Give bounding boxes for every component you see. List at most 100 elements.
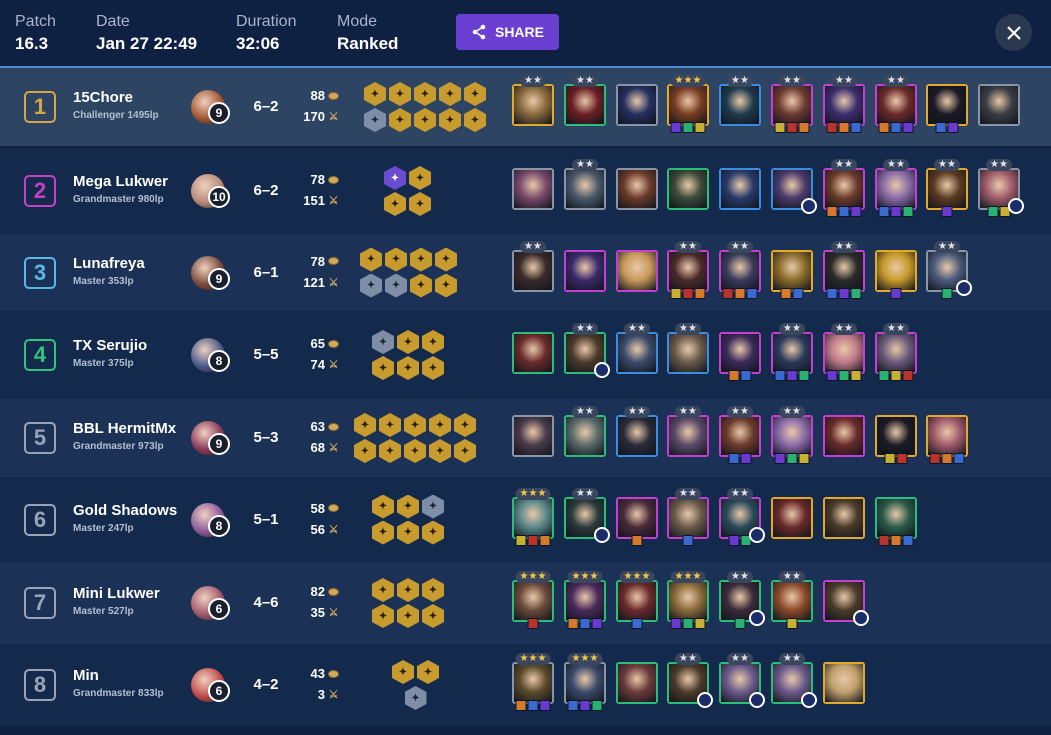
champion-portrait[interactable]: ★★	[564, 75, 606, 126]
item-icon[interactable]	[884, 453, 896, 464]
player-row[interactable]: 2 Mega Lukwer Grandmaster 980lp 10 6–2 78 151 ⚔…	[0, 148, 1051, 234]
champion-portrait[interactable]	[771, 249, 813, 299]
champion-portrait[interactable]: ★★	[875, 159, 917, 217]
champion-portrait[interactable]: ★★★	[667, 571, 709, 629]
trait-hex-icon[interactable]: ✦	[372, 330, 394, 354]
champion-portrait[interactable]	[771, 168, 817, 214]
item-icon[interactable]	[878, 534, 890, 546]
item-icon[interactable]	[631, 534, 643, 546]
item-icon[interactable]	[579, 618, 591, 629]
champion-portrait[interactable]: ★★	[512, 75, 554, 126]
player-name[interactable]: Mini Lukwer	[73, 585, 160, 602]
item-icon[interactable]	[774, 370, 786, 381]
player-row[interactable]: 4 TX Serujio Master 375lp 8 5–5 65 74 ⚔ ✦ ✦ ✦ ✦ ✦ ✦ ★★…	[0, 311, 1051, 399]
item-icon[interactable]	[850, 206, 862, 217]
champion-portrait[interactable]	[719, 168, 761, 210]
item-icon[interactable]	[694, 618, 706, 629]
champion-portrait[interactable]: ★★	[771, 323, 813, 381]
item-icon[interactable]	[527, 534, 539, 546]
champion-portrait[interactable]: ★★★	[512, 487, 554, 546]
champion-portrait[interactable]: ★★	[926, 240, 972, 299]
item-icon[interactable]	[890, 287, 902, 299]
item-icon[interactable]	[780, 287, 792, 299]
champion-portrait[interactable]	[978, 84, 1020, 126]
trait-hex-icon[interactable]: ✦	[454, 439, 476, 463]
item-icon[interactable]	[838, 287, 850, 299]
player-row[interactable]: 6 Gold Shadows Master 247lp 8 5–1 58 56 ⚔ ✦ ✦ ✦ ✦ ✦ ✦…	[0, 477, 1051, 562]
item-icon[interactable]	[631, 618, 643, 629]
champion-portrait[interactable]: ★★	[616, 406, 658, 457]
champion-portrait[interactable]: ★★	[667, 487, 709, 546]
trait-hex-icon[interactable]: ✦	[360, 247, 382, 272]
trait-hex-icon[interactable]: ✦	[397, 604, 419, 628]
champion-portrait[interactable]: ★★	[616, 323, 658, 374]
item-icon[interactable]	[670, 618, 682, 629]
item-icon[interactable]	[929, 453, 941, 464]
item-icon[interactable]	[786, 122, 798, 133]
item-icon[interactable]	[670, 122, 682, 133]
item-icon[interactable]	[591, 700, 603, 711]
item-icon[interactable]	[682, 534, 694, 546]
item-icon[interactable]	[722, 287, 734, 299]
item-icon[interactable]	[694, 122, 706, 133]
champion-portrait[interactable]	[875, 496, 917, 546]
champion-portrait[interactable]	[667, 168, 709, 210]
trait-hex-icon[interactable]: ✦	[364, 108, 386, 132]
trait-hex-icon[interactable]: ✦	[409, 166, 431, 190]
champion-portrait[interactable]: ★★	[564, 487, 610, 543]
item-icon[interactable]	[850, 122, 862, 133]
trait-hex-icon[interactable]: ✦	[397, 520, 419, 545]
trait-hex-icon[interactable]: ✦	[360, 273, 382, 298]
item-icon[interactable]	[527, 700, 539, 711]
trait-hex-icon[interactable]: ✦	[429, 439, 451, 463]
item-icon[interactable]	[826, 370, 838, 381]
champion-portrait[interactable]: ★★	[875, 75, 917, 133]
item-icon[interactable]	[515, 534, 527, 546]
item-icon[interactable]	[798, 370, 810, 381]
trait-hex-icon[interactable]: ✦	[384, 192, 406, 216]
trait-hex-icon[interactable]: ✦	[409, 192, 431, 216]
item-icon[interactable]	[579, 700, 591, 711]
item-icon[interactable]	[786, 370, 798, 381]
champion-portrait[interactable]: ★★	[564, 159, 606, 210]
champion-portrait[interactable]: ★★	[771, 75, 813, 133]
trait-hex-icon[interactable]: ✦	[389, 82, 411, 106]
player-name[interactable]: Gold Shadows	[73, 502, 177, 519]
champion-portrait[interactable]: ★★★	[512, 653, 554, 711]
player-name[interactable]: Mega Lukwer	[73, 173, 168, 190]
champion-portrait[interactable]	[771, 496, 813, 539]
item-icon[interactable]	[838, 206, 850, 217]
champion-portrait[interactable]: ★★	[771, 406, 813, 464]
champion-portrait[interactable]	[926, 415, 968, 464]
champion-portrait[interactable]: ★★★	[616, 571, 658, 629]
trait-hex-icon[interactable]: ✦	[439, 108, 461, 132]
trait-hex-icon[interactable]: ✦	[422, 520, 444, 545]
champion-portrait[interactable]	[512, 332, 554, 374]
item-icon[interactable]	[515, 700, 527, 711]
trait-hex-icon[interactable]: ✦	[372, 578, 394, 602]
item-icon[interactable]	[728, 370, 740, 381]
champion-portrait[interactable]: ★★	[667, 240, 709, 299]
trait-hex-icon[interactable]: ✦	[435, 247, 457, 272]
champion-portrait[interactable]: ★★★	[512, 571, 554, 629]
item-icon[interactable]	[878, 122, 890, 133]
item-icon[interactable]	[694, 287, 706, 299]
trait-hex-icon[interactable]: ✦	[364, 82, 386, 106]
item-icon[interactable]	[740, 453, 752, 464]
trait-hex-icon[interactable]: ✦	[372, 520, 394, 545]
item-icon[interactable]	[826, 206, 838, 217]
item-icon[interactable]	[941, 287, 953, 299]
player-name[interactable]: TX Serujio	[73, 337, 147, 354]
item-icon[interactable]	[838, 122, 850, 133]
player-row[interactable]: 3 Lunafreya Master 353lp 9 6–1 78 121 ⚔ ✦ ✦ ✦ ✦ ✦ ✦ ✦ ✦…	[0, 234, 1051, 311]
champion-portrait[interactable]: ★★	[667, 653, 713, 708]
trait-hex-icon[interactable]: ✦	[410, 273, 432, 298]
trait-hex-icon[interactable]: ✦	[392, 660, 414, 684]
champion-portrait[interactable]: ★★	[719, 653, 765, 708]
item-icon[interactable]	[987, 206, 999, 217]
champion-portrait[interactable]: ★★★	[564, 571, 606, 629]
item-icon[interactable]	[740, 370, 752, 381]
item-icon[interactable]	[746, 287, 758, 299]
champion-portrait[interactable]	[875, 249, 917, 299]
trait-hex-icon[interactable]: ✦	[414, 82, 436, 106]
